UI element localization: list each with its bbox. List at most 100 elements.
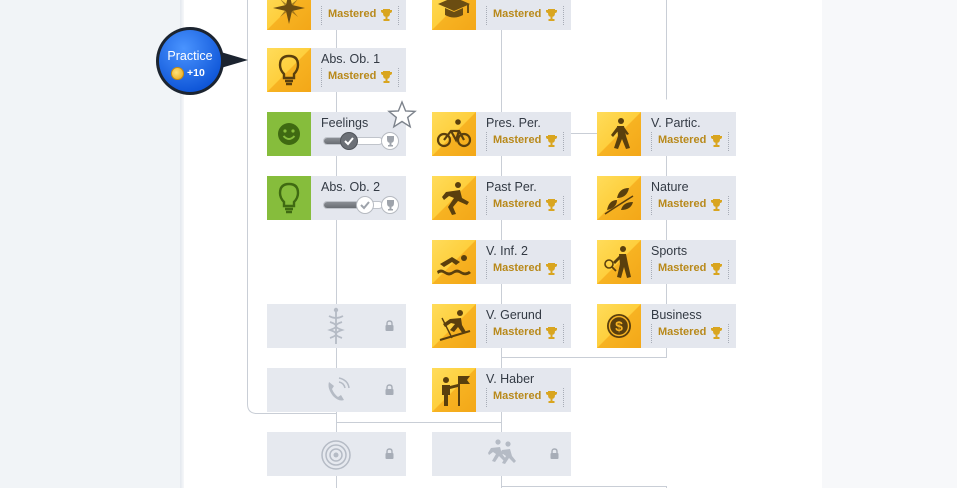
sprinter-icon — [432, 176, 476, 220]
mastered-label: Mastered — [493, 326, 542, 338]
skill-name: V. Haber — [486, 372, 535, 386]
mastered-label: Mastered — [658, 262, 707, 274]
lock-icon — [385, 384, 394, 395]
smiley-face-icon — [267, 112, 311, 156]
skill-tile-abs-ob-2[interactable]: Abs. Ob. 2 — [267, 176, 406, 220]
dollar-coin-icon: $ — [597, 304, 641, 348]
hiker-icon — [597, 112, 641, 156]
compass-rose-icon — [267, 0, 311, 30]
trophy-icon — [711, 135, 722, 147]
locked-skill-tile[interactable] — [267, 304, 406, 348]
skill-tile-business[interactable]: $ Business Mastered — [597, 304, 736, 348]
mastered-badge: Mastered — [486, 260, 564, 279]
flag-person-icon — [432, 368, 476, 412]
practice-bubble-shape — [156, 27, 248, 95]
skill-progress-bar — [323, 201, 383, 209]
mastered-label: Mastered — [493, 8, 542, 20]
progress-check-icon — [340, 132, 358, 150]
skill-tile-pres-per[interactable]: Pres. Per. Mastered — [432, 112, 571, 156]
skill-name: Abs. Ob. 1 — [321, 52, 381, 66]
skill-tile-v-partic[interactable]: V. Partic. Mastered — [597, 112, 736, 156]
trophy-icon — [546, 327, 557, 339]
coin-reward: +10 — [171, 67, 221, 81]
trophy-icon — [546, 9, 557, 21]
lock-icon — [385, 448, 394, 459]
skill-name: Feelings — [321, 116, 369, 130]
skill-name: V. Partic. — [651, 116, 701, 130]
trophy-icon — [711, 263, 722, 275]
mastered-badge: Mastered — [321, 68, 399, 87]
mastered-badge: Mastered — [486, 6, 564, 25]
trophy-icon — [546, 391, 557, 403]
skill-tile-past-per[interactable]: Past Per. Mastered — [432, 176, 571, 220]
trophy-icon — [546, 135, 557, 147]
trophy-icon — [711, 327, 722, 339]
skill-tree-screen: Mastered Mastered Practice +10 Abs. Ob. … — [0, 0, 957, 488]
skill-name: Past Per. — [486, 180, 537, 194]
mastered-badge: Mastered — [651, 196, 729, 215]
trophy-icon — [381, 71, 392, 83]
lightbulb-icon — [267, 176, 311, 220]
mastered-badge: Mastered — [651, 324, 729, 343]
mastered-badge: Mastered — [486, 388, 564, 407]
skill-tile-top-left[interactable]: Mastered — [267, 0, 406, 30]
skill-name: V. Gerund — [486, 308, 542, 322]
skill-name: Business — [651, 308, 702, 322]
star-icon — [387, 100, 417, 129]
practice-label: Practice — [167, 49, 213, 63]
mastered-badge: Mastered — [486, 132, 564, 151]
skill-tile-v-inf-2[interactable]: V. Inf. 2 Mastered — [432, 240, 571, 284]
trophy-icon — [546, 199, 557, 211]
skill-name: Nature — [651, 180, 689, 194]
mastered-badge: Mastered — [486, 196, 564, 215]
caduceus-icon — [327, 307, 345, 344]
skill-name: V. Inf. 2 — [486, 244, 528, 258]
mastered-badge: Mastered — [651, 132, 729, 151]
trophy-goal-icon — [381, 196, 399, 214]
trophy-icon — [546, 263, 557, 275]
radio-signal-icon — [321, 440, 351, 470]
swimmer-icon — [432, 240, 476, 284]
mastered-label: Mastered — [658, 198, 707, 210]
graduation-cap-icon — [432, 0, 476, 30]
lock-icon — [385, 320, 394, 331]
skill-tile-abs-ob-1[interactable]: Abs. Ob. 1 Mastered — [267, 48, 406, 92]
mastered-label: Mastered — [493, 198, 542, 210]
locked-skill-tile[interactable] — [267, 432, 406, 476]
skill-name: Pres. Per. — [486, 116, 541, 130]
mastered-badge: Mastered — [486, 324, 564, 343]
progress-check-icon — [356, 196, 374, 214]
mastered-label: Mastered — [658, 326, 707, 338]
skier-icon — [432, 304, 476, 348]
skill-tile-feelings[interactable]: Feelings — [267, 112, 406, 156]
runners-icon — [488, 439, 516, 464]
practice-button[interactable]: Practice +10 — [156, 25, 248, 97]
svg-text:$: $ — [615, 318, 623, 334]
skill-tile-sports[interactable]: Sports Mastered — [597, 240, 736, 284]
skill-tile-nature[interactable]: Nature Mastered — [597, 176, 736, 220]
trophy-icon — [381, 9, 392, 21]
skill-tile-v-gerund[interactable]: V. Gerund Mastered — [432, 304, 571, 348]
mastered-badge: Mastered — [321, 6, 399, 25]
tennis-player-icon — [597, 240, 641, 284]
cyclist-icon — [432, 112, 476, 156]
mastered-label: Mastered — [493, 262, 542, 274]
mastered-label: Mastered — [328, 70, 377, 82]
locked-skill-tile[interactable] — [432, 432, 571, 476]
skill-name: Sports — [651, 244, 688, 258]
lightbulb-icon — [267, 48, 311, 92]
leaves-icon — [597, 176, 641, 220]
telephone-icon — [328, 377, 350, 401]
trophy-goal-icon — [381, 132, 399, 150]
mastered-label: Mastered — [328, 8, 377, 20]
skill-tile-v-haber[interactable]: V. Haber Mastered — [432, 368, 571, 412]
trophy-icon — [711, 199, 722, 211]
locked-skill-tile[interactable] — [267, 368, 406, 412]
coin-value: +10 — [187, 67, 205, 79]
mastered-label: Mastered — [493, 134, 542, 146]
mastered-label: Mastered — [493, 390, 542, 402]
mastered-label: Mastered — [658, 134, 707, 146]
skill-name: Abs. Ob. 2 — [321, 180, 381, 194]
lock-icon — [550, 448, 559, 459]
skill-tile-top-middle[interactable]: Mastered — [432, 0, 571, 30]
